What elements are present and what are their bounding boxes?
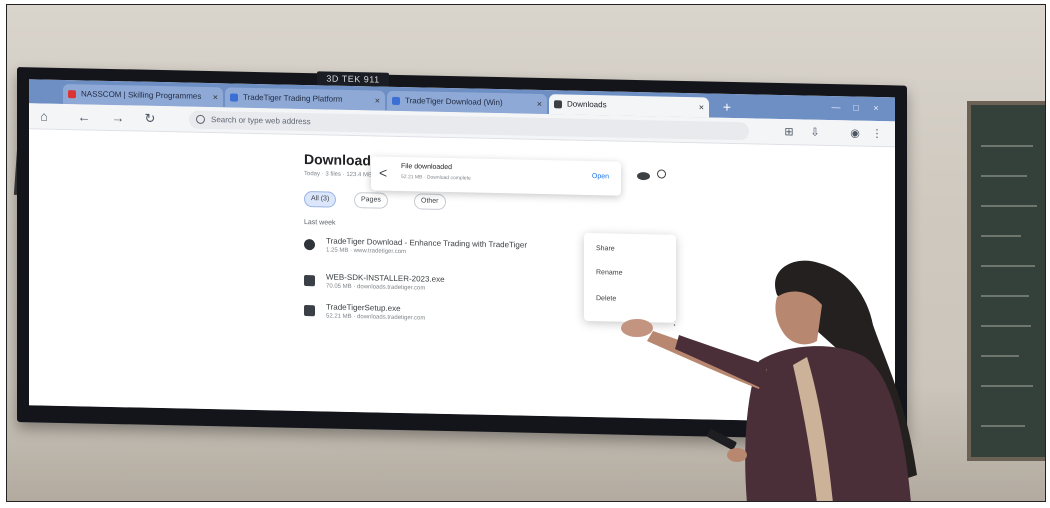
tv-monitor: 3D TEK 911 NASSCOM | Skilling Programmes… — [17, 67, 907, 441]
back-arrow-icon[interactable]: ← — [75, 108, 93, 126]
menu-item-share[interactable]: Share — [596, 245, 615, 252]
download-item[interactable]: TradeTiger Download - Enhance Trading wi… — [304, 235, 574, 267]
home-icon[interactable]: ⌂ — [35, 107, 53, 125]
classroom-photo: 3D TEK 911 NASSCOM | Skilling Programmes… — [6, 4, 1046, 502]
tv-brand-label: 3D TEK 911 — [317, 71, 389, 87]
reload-icon[interactable]: ↻ — [141, 110, 159, 128]
menu-item-rename[interactable]: Rename — [596, 269, 622, 277]
search-icon[interactable] — [657, 169, 666, 179]
menu-icon[interactable]: ⋮ — [869, 126, 885, 142]
download-item-name: TradeTigerSetup.exe — [326, 302, 401, 314]
globe-icon — [304, 239, 315, 251]
filter-all[interactable]: All (3) — [304, 191, 337, 208]
download-favicon-icon — [554, 100, 562, 109]
profile-icon[interactable]: ◉ — [847, 125, 863, 141]
file-icon — [304, 305, 315, 317]
bubble-title: File downloaded — [401, 163, 452, 172]
close-icon[interactable]: × — [213, 87, 218, 107]
site-favicon-icon — [392, 96, 400, 106]
filter-other[interactable]: Other — [414, 193, 446, 210]
download-item-name: WEB-SDK-INSTALLER-2023.exe — [326, 272, 445, 284]
new-tab-button[interactable]: + — [719, 99, 735, 115]
bubble-subtitle: 52.21 MB · Download complete — [401, 174, 471, 182]
close-icon[interactable]: × — [375, 90, 380, 110]
tv-screen: NASSCOM | Skilling Programmes × TradeTig… — [29, 79, 895, 424]
download-item-meta: 52.21 MB · downloads.tradetiger.com — [326, 313, 426, 322]
download-bubble: < File downloaded 52.21 MB · Download co… — [371, 156, 621, 196]
maximize-icon[interactable]: □ — [849, 100, 863, 114]
file-icon — [304, 275, 315, 287]
site-favicon-icon — [230, 93, 238, 102]
youtube-favicon-icon — [68, 90, 76, 99]
search-icon — [196, 114, 205, 124]
download-item-meta: 1.25 MB · www.tradetiger.com — [326, 247, 407, 256]
download-item[interactable]: TradeTigerSetup.exe 52.21 MB · downloads… — [304, 301, 574, 333]
close-icon[interactable]: × — [537, 94, 542, 114]
back-chevron-icon[interactable]: < — [379, 165, 387, 181]
chalkboard — [967, 101, 1045, 461]
extensions-icon[interactable]: ⊞ — [781, 124, 797, 140]
section-label: Last week — [304, 219, 336, 227]
forward-arrow-icon[interactable]: → — [109, 109, 127, 127]
filter-pages[interactable]: Pages — [354, 192, 388, 209]
download-item[interactable]: WEB-SDK-INSTALLER-2023.exe 70.05 MB · do… — [304, 271, 574, 303]
downloads-page: Download Today · 3 files · 123.4 MB All … — [29, 129, 895, 424]
context-menu: Share Rename Delete — [584, 232, 676, 323]
open-button[interactable]: Open — [592, 173, 609, 180]
close-icon[interactable]: × — [699, 97, 704, 117]
download-item-meta: 70.05 MB · downloads.tradetiger.com — [326, 283, 426, 292]
menu-item-delete[interactable]: Delete — [596, 295, 616, 302]
eye-icon[interactable] — [637, 171, 650, 181]
download-icon[interactable]: ⇩ — [807, 125, 823, 141]
minimize-icon[interactable]: — — [829, 100, 843, 114]
page-title: Download — [304, 151, 371, 169]
page-subtitle: Today · 3 files · 123.4 MB — [304, 171, 373, 179]
close-window-icon[interactable]: × — [869, 101, 883, 115]
